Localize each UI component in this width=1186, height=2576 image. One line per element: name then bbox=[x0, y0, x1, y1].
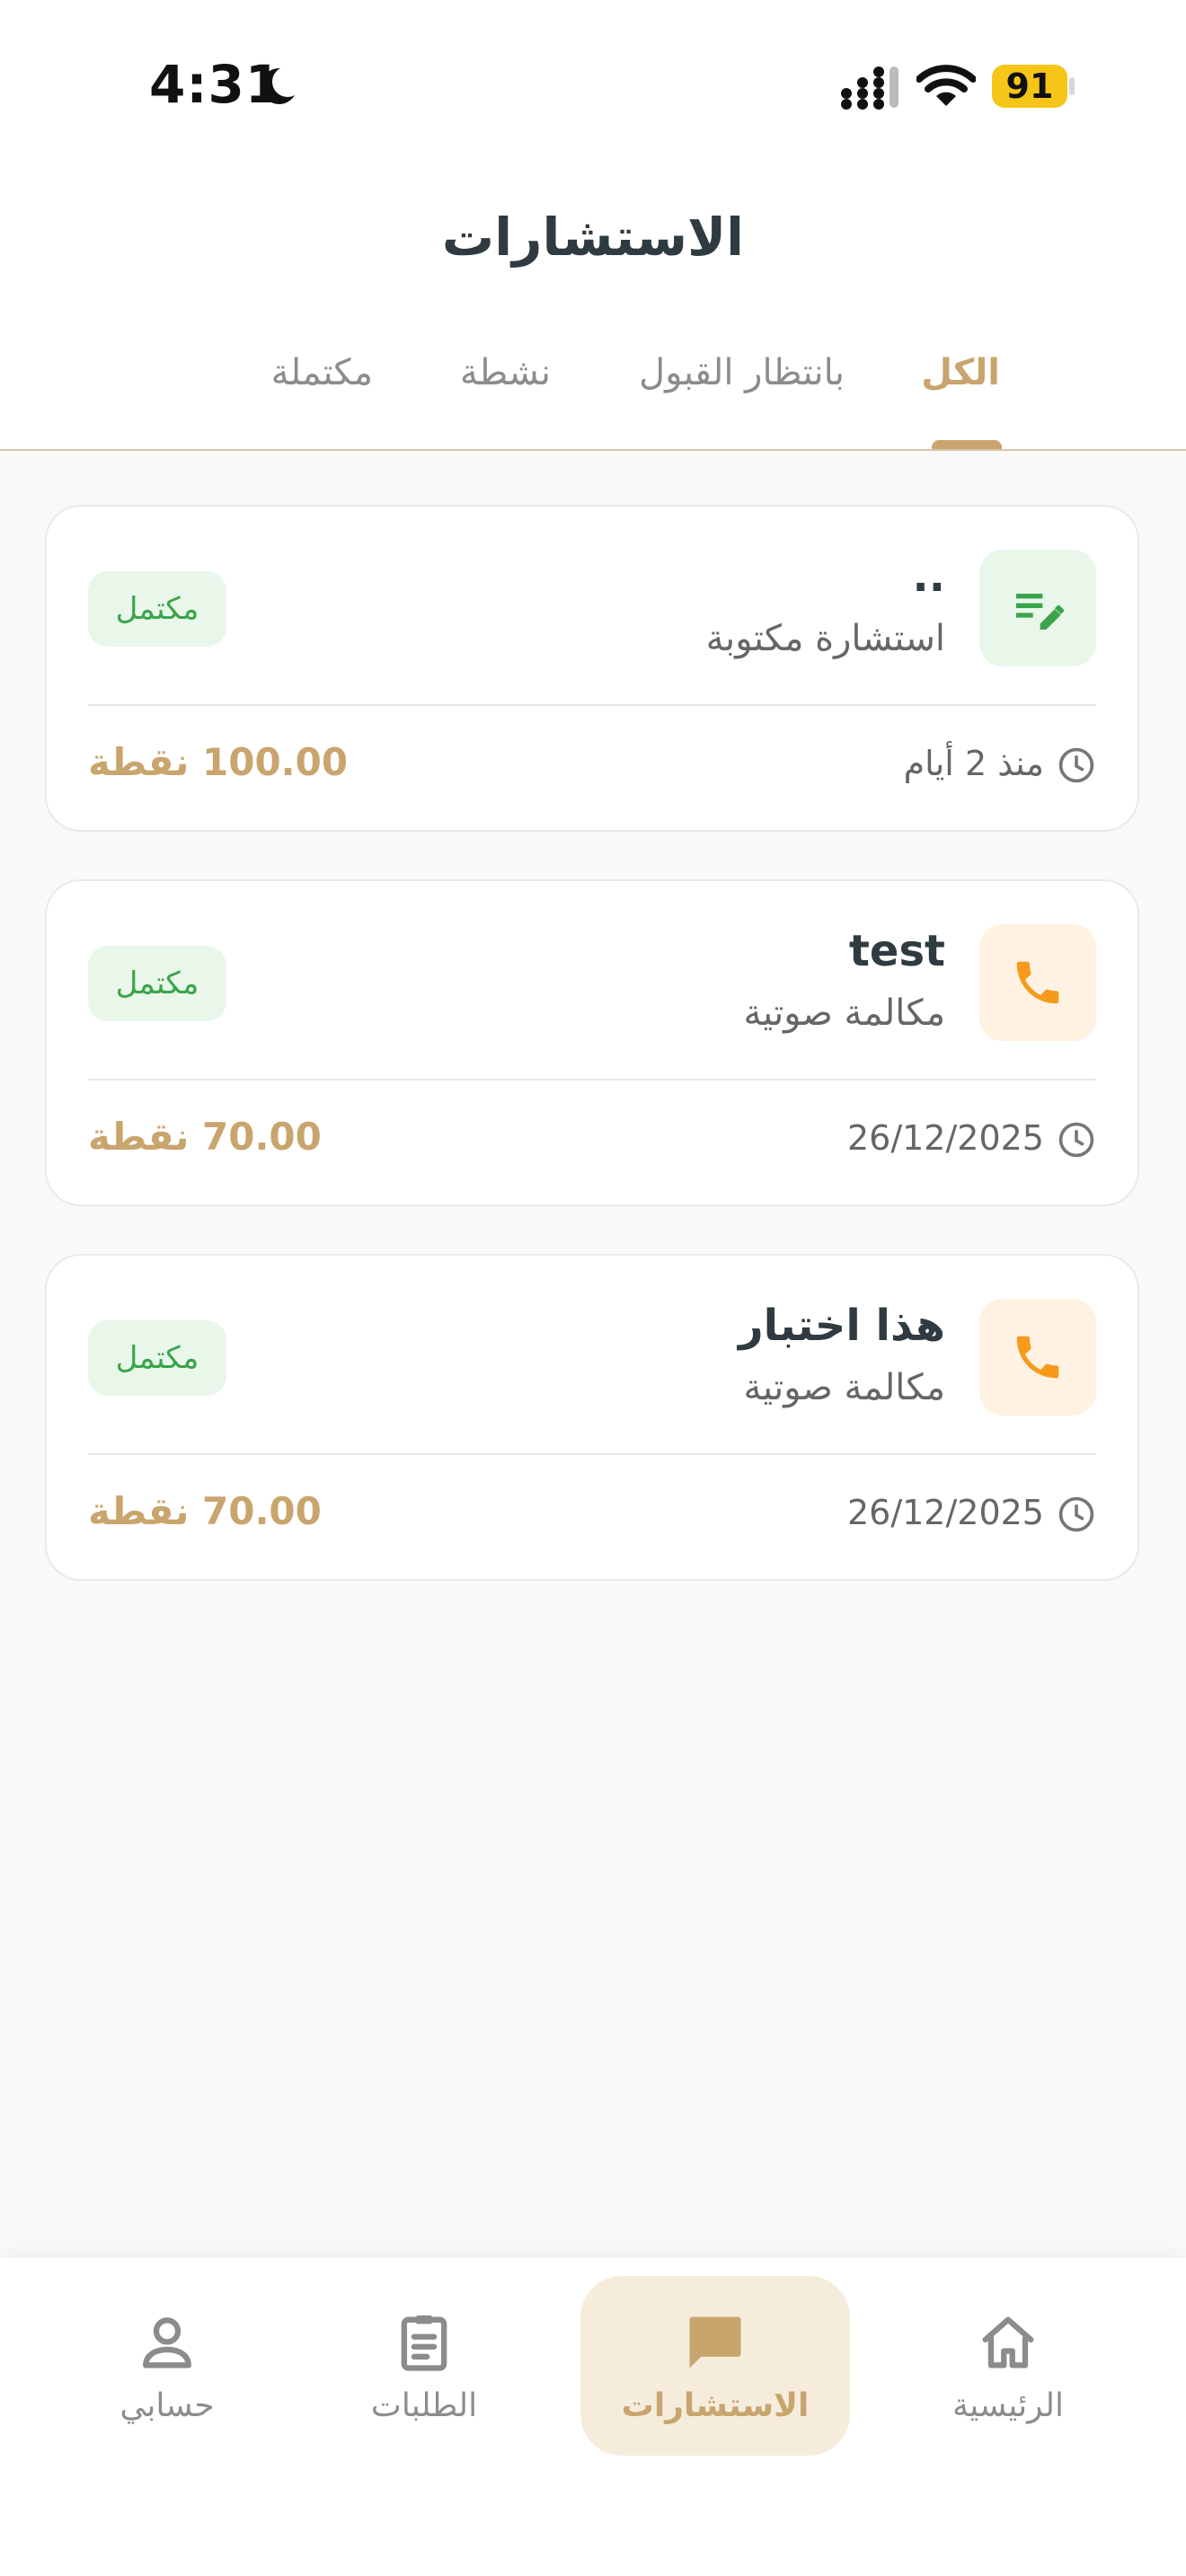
bottom-navigation: الرئيسية الاستشارات الطلبات حسابي bbox=[0, 2258, 1186, 2576]
clock-icon bbox=[1058, 1496, 1094, 1532]
consultation-type-icon bbox=[979, 550, 1096, 666]
consultation-card[interactable]: test مكالمة صوتية مكتمل 26/12/2025 70.00… bbox=[45, 879, 1139, 1206]
consultation-card[interactable]: .. استشارة مكتوبة مكتمل منذ 2 أيام 100.0… bbox=[45, 505, 1139, 832]
consultation-date: 26/12/2025 bbox=[846, 1493, 1044, 1532]
clock-icon bbox=[1058, 747, 1094, 783]
nav-label-consultations: الاستشارات bbox=[621, 2387, 810, 2424]
consultation-type: مكالمة صوتية bbox=[743, 1367, 945, 1408]
tab-indicator bbox=[932, 440, 1002, 449]
home-icon bbox=[982, 2316, 1034, 2369]
status-bar: 4:31 91 bbox=[0, 0, 1186, 171]
consultation-title: هذا اختبار bbox=[738, 1301, 945, 1351]
consultation-title: test bbox=[848, 926, 945, 976]
page-header: الاستشارات الكل بانتظار القبول نشطة مكتم… bbox=[0, 171, 1186, 451]
cellular-signal-icon bbox=[841, 66, 898, 110]
nav-label-account: حسابي bbox=[119, 2387, 215, 2424]
battery-indicator: 91 bbox=[992, 65, 1067, 108]
phone-icon bbox=[1016, 1336, 1059, 1379]
edit-note-icon bbox=[1016, 594, 1065, 630]
person-icon bbox=[143, 2317, 191, 2369]
consultation-type: مكالمة صوتية bbox=[743, 992, 945, 1034]
tab-active[interactable]: نشطة bbox=[460, 352, 551, 393]
card-divider bbox=[88, 704, 1096, 706]
nav-item-orders[interactable]: الطلبات bbox=[289, 2276, 559, 2456]
clipboard-icon bbox=[401, 2315, 447, 2371]
consultation-date: 26/12/2025 bbox=[846, 1118, 1044, 1158]
battery-tip bbox=[1069, 77, 1075, 95]
consultation-price: 100.00 نقطة bbox=[88, 740, 349, 784]
consultation-price: 70.00 نقطة bbox=[88, 1489, 322, 1533]
consultation-type: استشارة مكتوبة bbox=[705, 618, 945, 659]
status-badge: مكتمل bbox=[88, 1320, 226, 1396]
chat-icon bbox=[689, 2316, 741, 2369]
page-title: الاستشارات bbox=[441, 207, 745, 268]
consultation-price: 70.00 نقطة bbox=[88, 1115, 322, 1159]
wifi-icon bbox=[916, 65, 976, 106]
consultation-type-icon bbox=[979, 924, 1096, 1041]
nav-item-account[interactable]: حسابي bbox=[32, 2276, 302, 2456]
moon-icon bbox=[261, 67, 295, 104]
card-divider bbox=[88, 1079, 1096, 1081]
tab-all[interactable]: الكل bbox=[921, 352, 1000, 393]
nav-item-consultations[interactable]: الاستشارات bbox=[580, 2276, 850, 2456]
consultation-card[interactable]: هذا اختبار مكالمة صوتية مكتمل 26/12/2025… bbox=[45, 1254, 1139, 1581]
tab-completed[interactable]: مكتملة bbox=[271, 352, 373, 393]
nav-label-orders: الطلبات bbox=[370, 2387, 478, 2424]
tab-pending[interactable]: بانتظار القبول bbox=[639, 352, 845, 393]
nav-item-home[interactable]: الرئيسية bbox=[873, 2276, 1143, 2456]
card-divider bbox=[88, 1453, 1096, 1455]
nav-label-home: الرئيسية bbox=[952, 2387, 1064, 2424]
consultation-type-icon bbox=[979, 1299, 1096, 1416]
status-badge: مكتمل bbox=[88, 571, 226, 647]
status-badge: مكتمل bbox=[88, 946, 226, 1021]
consultation-date: منذ 2 أيام bbox=[903, 744, 1044, 783]
clock-icon bbox=[1058, 1122, 1094, 1158]
phone-icon bbox=[1016, 961, 1059, 1004]
consultation-title: .. bbox=[912, 551, 945, 602]
